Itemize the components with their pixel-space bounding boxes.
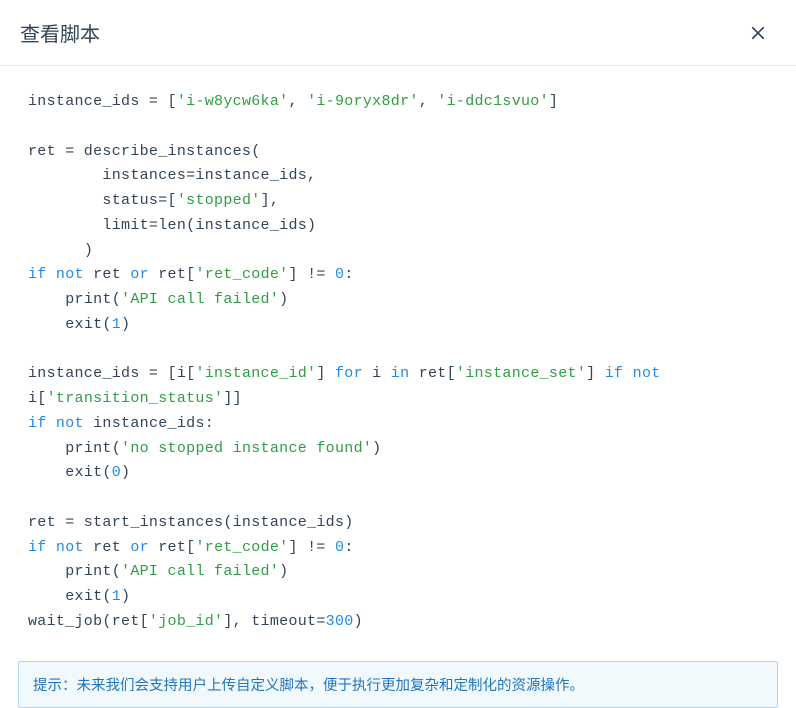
- dialog-title: 查看脚本: [20, 18, 100, 47]
- close-icon: [749, 24, 767, 42]
- dialog-header: 查看脚本: [0, 0, 796, 66]
- script-code-block: instance_ids = ['i-w8ycw6ka', 'i-9oryx8d…: [28, 90, 768, 635]
- dialog-body: instance_ids = ['i-w8ycw6ka', 'i-9oryx8d…: [0, 66, 796, 643]
- tip-text: 提示：未来我们会支持用户上传自定义脚本，便于执行更加复杂和定制化的资源操作。: [33, 678, 584, 694]
- tip-box: 提示：未来我们会支持用户上传自定义脚本，便于执行更加复杂和定制化的资源操作。: [18, 661, 778, 708]
- close-button[interactable]: [744, 19, 772, 47]
